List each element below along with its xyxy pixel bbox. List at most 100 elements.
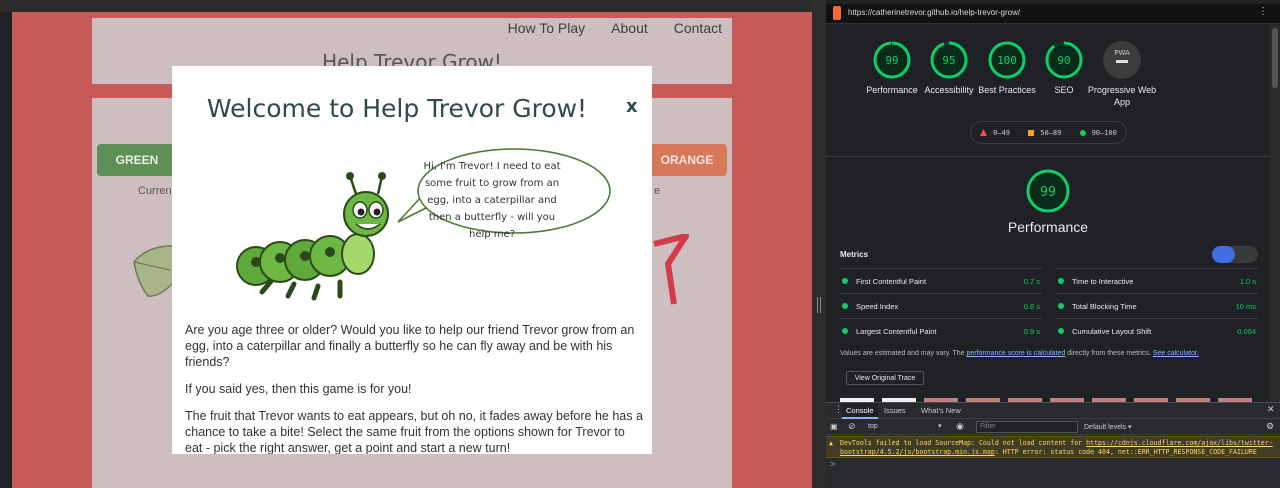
metric-row: Total Blocking Time 10 ms bbox=[1056, 293, 1258, 318]
warning-text-a: DevTools failed to load SourceMap: Could… bbox=[840, 439, 1087, 447]
gauge-ring: 95 bbox=[930, 41, 968, 79]
modal-title: Welcome to Help Trevor Grow! bbox=[206, 94, 588, 123]
warning-icon: ▲ bbox=[829, 439, 833, 447]
context-dropdown-icon[interactable]: ▾ bbox=[938, 422, 942, 430]
gauge-score: 90 bbox=[1057, 54, 1070, 67]
console-warning: ▲ DevTools failed to load SourceMap: Cou… bbox=[826, 436, 1280, 458]
console-settings-gear-icon[interactable]: ⚙ bbox=[1266, 421, 1274, 432]
metric-name: Total Blocking Time bbox=[1072, 302, 1137, 311]
green-button[interactable]: GREEN bbox=[97, 144, 177, 176]
speech-bubble-text: Hi, I'm Trevor! I need to eat some fruit… bbox=[423, 161, 561, 240]
main-performance-gauge: 99 bbox=[1026, 169, 1070, 213]
performance-title: Performance bbox=[1007, 219, 1089, 235]
log-levels-dropdown[interactable]: Default levels ▾ bbox=[1084, 423, 1131, 431]
scroll-thumb[interactable] bbox=[1272, 28, 1278, 88]
metric-row: Speed Index 0.8 s bbox=[840, 293, 1042, 318]
score-legend: 0–49 50–89 90–100 bbox=[970, 121, 1127, 144]
pass-circle-icon bbox=[1079, 129, 1086, 136]
welcome-modal: Welcome to Help Trevor Grow! x Hi, I'm T… bbox=[172, 66, 652, 454]
legend-pass: 90–100 bbox=[1091, 128, 1117, 137]
metric-name: Largest Contentful Paint bbox=[856, 327, 937, 336]
tab-console[interactable]: Console bbox=[842, 403, 878, 419]
tab-whats-new[interactable]: What's New bbox=[921, 406, 961, 415]
metric-row: Largest Contentful Paint 0.9 s bbox=[840, 318, 1042, 343]
see-calculator-link[interactable]: See calculator. bbox=[1153, 350, 1199, 357]
metrics-note: Values are estimated and may vary. The p… bbox=[840, 350, 1260, 357]
score-label-partial: e bbox=[654, 185, 661, 197]
metric-name: Cumulative Layout Shift bbox=[1072, 327, 1152, 336]
current-label-partial: Curren bbox=[138, 185, 172, 197]
metric-name: First Contentful Paint bbox=[856, 277, 927, 286]
nav-contact[interactable]: Contact bbox=[674, 20, 722, 36]
pass-dot-icon bbox=[842, 278, 848, 284]
pass-dot-icon bbox=[842, 303, 848, 309]
pwa-dash-icon bbox=[1116, 60, 1128, 63]
panel-splitter[interactable] bbox=[812, 0, 826, 488]
gauge-score: 95 bbox=[942, 54, 955, 67]
pass-dot-icon bbox=[1058, 328, 1064, 334]
pass-dot-icon bbox=[1058, 278, 1064, 284]
star-icon bbox=[653, 234, 689, 305]
metric-row: Cumulative Layout Shift 0.004 bbox=[1056, 318, 1258, 343]
pwa-badge-text: PWA bbox=[1114, 49, 1130, 57]
note-text-a: Values are estimated and may vary. The bbox=[840, 350, 967, 357]
gauge-progressive-web-app[interactable]: PWA Progressive Web App bbox=[1082, 40, 1162, 108]
metric-name: Time to Interactive bbox=[1072, 277, 1134, 286]
sidebar-toggle-icon[interactable]: ▣ bbox=[830, 422, 838, 431]
caterpillar-icon bbox=[236, 172, 389, 301]
metric-value: 0.9 s bbox=[1023, 327, 1040, 336]
live-expression-eye-icon[interactable]: ◉ bbox=[956, 421, 964, 432]
lighthouse-icon bbox=[833, 6, 841, 20]
gauge-ring: 100 bbox=[988, 41, 1026, 79]
metric-value: 0.8 s bbox=[1023, 302, 1040, 311]
legend-fail: 0–49 bbox=[993, 128, 1010, 137]
console-drawer: ⋮ Console Issues What's New ✕ ▣ ⊘ top ▾ … bbox=[826, 402, 1280, 488]
lighthouse-url-bar: https://catherinetrevor.github.io/help-t… bbox=[826, 4, 1280, 24]
metric-value: 10 ms bbox=[1235, 302, 1256, 311]
splitter-grip-icon[interactable] bbox=[817, 297, 821, 313]
more-options-icon[interactable]: ⋮ bbox=[1258, 6, 1268, 17]
rules-paragraph: The fruit that Trevor wants to eat appea… bbox=[185, 409, 643, 454]
game-page: How To Play About Contact Help Trevor Gr… bbox=[12, 12, 812, 488]
pass-dot-icon bbox=[1058, 303, 1064, 309]
nav-how-to-play[interactable]: How To Play bbox=[508, 20, 586, 36]
intro-paragraph: Are you age three or older? Would you li… bbox=[185, 323, 635, 369]
note-text-b: directly from these metrics. bbox=[1065, 350, 1153, 357]
metric-row: First Contentful Paint 0.7 s bbox=[840, 268, 1042, 293]
metric-value: 0.004 bbox=[1237, 327, 1256, 336]
console-toolbar: ▣ ⊘ top ▾ ◉ Filter Default levels ▾ ⚙ bbox=[826, 420, 1280, 435]
gauge-label: Progressive Web App bbox=[1087, 85, 1157, 107]
main-score: 99 bbox=[1040, 185, 1056, 200]
context-selector[interactable]: top bbox=[868, 423, 878, 430]
modal-close-button[interactable]: x bbox=[626, 96, 638, 117]
modal-body: Are you age three or older? Would you li… bbox=[185, 322, 643, 454]
lighthouse-scrollbar[interactable] bbox=[1270, 24, 1280, 402]
toggle-compact-icon[interactable] bbox=[1212, 246, 1235, 263]
audited-url: https://catherinetrevor.github.io/help-t… bbox=[848, 8, 1021, 17]
metric-name: Speed Index bbox=[856, 302, 899, 311]
metric-value: 0.7 s bbox=[1023, 277, 1040, 286]
browser-top-strip bbox=[0, 0, 826, 12]
main-nav: How To Play About Contact bbox=[508, 20, 722, 36]
nav-about[interactable]: About bbox=[611, 20, 648, 36]
score-calc-link[interactable]: performance score is calculated bbox=[966, 350, 1065, 357]
fail-triangle-icon bbox=[980, 129, 988, 136]
metrics-heading: Metrics bbox=[840, 250, 869, 259]
console-filter-input[interactable]: Filter bbox=[976, 421, 1078, 433]
view-trace-button[interactable]: View Original Trace bbox=[846, 371, 924, 385]
clear-console-icon[interactable]: ⊘ bbox=[848, 421, 856, 432]
gauge-ring: 99 bbox=[873, 41, 911, 79]
section-divider bbox=[826, 156, 1270, 157]
orange-button[interactable]: ORANGE bbox=[647, 144, 727, 176]
console-prompt[interactable]: > bbox=[830, 459, 835, 469]
warning-text-b: : HTTP error: status code 404, net::ERR_… bbox=[994, 448, 1257, 456]
pass-dot-icon bbox=[842, 328, 848, 334]
devtools-lighthouse-panel: https://catherinetrevor.github.io/help-t… bbox=[826, 0, 1280, 488]
tab-issues[interactable]: Issues bbox=[884, 406, 906, 415]
metric-value: 1.0 s bbox=[1239, 277, 1256, 286]
gauge-ring: PWA bbox=[1103, 41, 1141, 79]
metrics-view-toggle[interactable] bbox=[1212, 246, 1258, 263]
metric-row: Time to Interactive 1.0 s bbox=[1056, 268, 1258, 293]
average-square-icon bbox=[1028, 129, 1035, 136]
close-drawer-icon[interactable]: ✕ bbox=[1267, 404, 1275, 415]
